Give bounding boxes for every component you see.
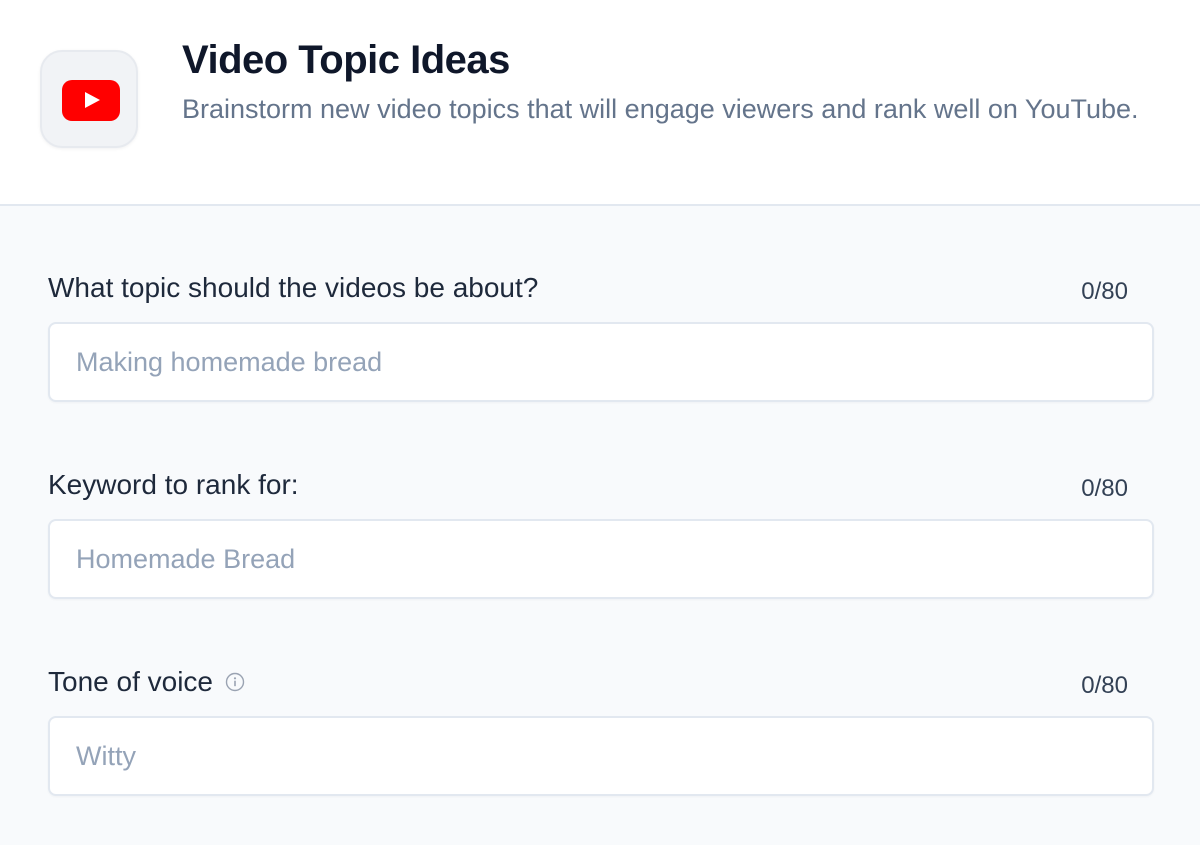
play-icon (85, 92, 100, 108)
tone-input[interactable] (48, 716, 1154, 796)
keyword-char-counter: 0/80 (1081, 475, 1128, 502)
page-header: Video Topic Ideas Brainstorm new video t… (0, 0, 1200, 206)
tone-label: Tone of voice (48, 664, 245, 700)
tone-label-text: Tone of voice (48, 666, 213, 697)
page-title: Video Topic Ideas (182, 38, 510, 82)
youtube-icon (62, 80, 120, 121)
topic-label-text: What topic should the videos be about? (48, 272, 539, 303)
topic-label: What topic should the videos be about? (48, 270, 538, 306)
keyword-label-text: Keyword to rank for: (48, 469, 299, 500)
app-icon-tile (40, 50, 138, 148)
keyword-input[interactable] (48, 519, 1154, 599)
form-area: What topic should the videos be about? 0… (0, 206, 1200, 845)
keyword-label: Keyword to rank for: (48, 467, 299, 503)
page-subtitle: Brainstorm new video topics that will en… (182, 94, 1139, 124)
topic-input[interactable] (48, 322, 1154, 402)
topic-char-counter: 0/80 (1081, 278, 1128, 305)
info-icon[interactable] (225, 672, 245, 692)
tone-char-counter: 0/80 (1081, 672, 1128, 699)
